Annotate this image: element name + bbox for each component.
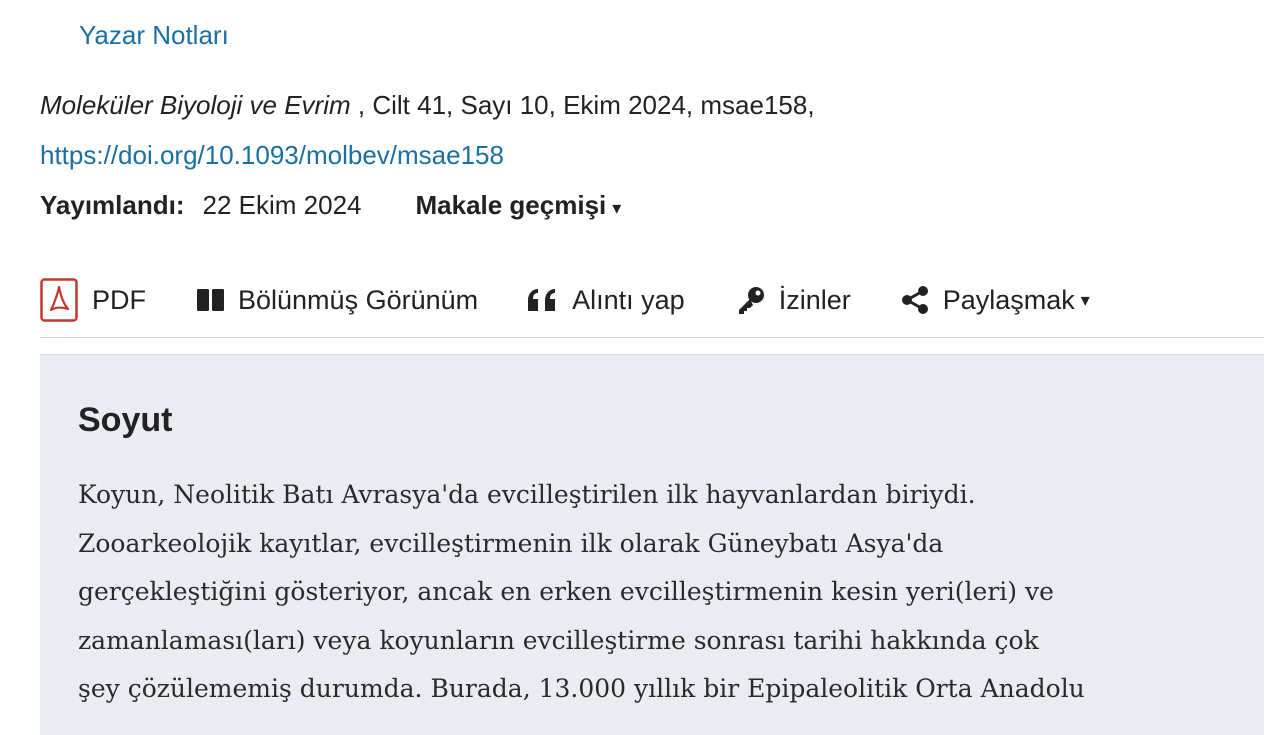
split-view-button[interactable]: Bölünmüş Görünüm (196, 285, 478, 316)
article-toolbar: PDF Bölünmüş Görünüm Alıntı yap İzinler … (40, 270, 1264, 330)
pdf-icon (40, 278, 78, 322)
citation-line: Moleküler Biyoloji ve Evrim , Cilt 41, S… (40, 90, 815, 121)
published-label: Yayımlandı: (40, 190, 185, 220)
cite-label: Alıntı yap (572, 284, 685, 315)
quote-icon (526, 287, 560, 313)
abstract-title: Soyut (78, 401, 173, 439)
citation-details: , Cilt 41, Sayı 10, Ekim 2024, msae158, (350, 90, 815, 120)
share-label: Paylaşmak (942, 284, 1075, 315)
key-icon (735, 284, 767, 316)
article-history-toggle[interactable]: Makale geçmişi ▾ (415, 190, 621, 221)
doi-link[interactable]: https://doi.org/10.1093/molbev/msae158 (40, 140, 504, 171)
abstract-line: şey çözülememiş durumda. Burada, 13.000 … (78, 674, 1085, 703)
abstract-line: zamanlaması(ları) veya koyunların evcill… (78, 625, 1039, 655)
cut-off-author-line: ‾ (40, 0, 49, 16)
abstract-line: gerçekleştiğini gösteriyor, ancak en erk… (78, 577, 1054, 606)
split-view-icon (196, 288, 226, 312)
share-button[interactable]: Paylaşmak ▾ (899, 284, 1090, 316)
article-history-label: Makale geçmişi (415, 190, 607, 220)
cite-button[interactable]: Alıntı yap (526, 285, 685, 316)
publication-info: Yayımlandı: 22 Ekim 2024 Makale geçmişi ▾ (40, 190, 621, 221)
permissions-label: İzinler (778, 284, 851, 315)
chevron-down-icon: ▾ (1080, 289, 1090, 310)
journal-name[interactable]: Moleküler Biyoloji ve Evrim (40, 90, 351, 120)
abstract-line: Koyun, Neolitik Batı Avrasya'da evcilleş… (78, 480, 976, 509)
abstract-body: Koyun, Neolitik Batı Avrasya'da evcilleş… (78, 471, 1218, 714)
abstract-section: Soyut Koyun, Neolitik Batı Avrasya'da ev… (40, 354, 1264, 735)
pdf-label: PDF (92, 284, 146, 315)
split-view-label: Bölünmüş Görünüm (238, 284, 479, 315)
chevron-down-icon: ▾ (612, 198, 622, 218)
share-icon (899, 284, 931, 316)
published-date: 22 Ekim 2024 (202, 190, 362, 220)
permissions-button[interactable]: İzinler (735, 284, 851, 316)
author-notes-link[interactable]: Yazar Notları (79, 20, 229, 51)
abstract-line: Zooarkeolojik kayıtlar, evcilleştirmenin… (78, 528, 944, 558)
pdf-button[interactable]: PDF (40, 278, 146, 322)
toolbar-divider (40, 337, 1264, 338)
